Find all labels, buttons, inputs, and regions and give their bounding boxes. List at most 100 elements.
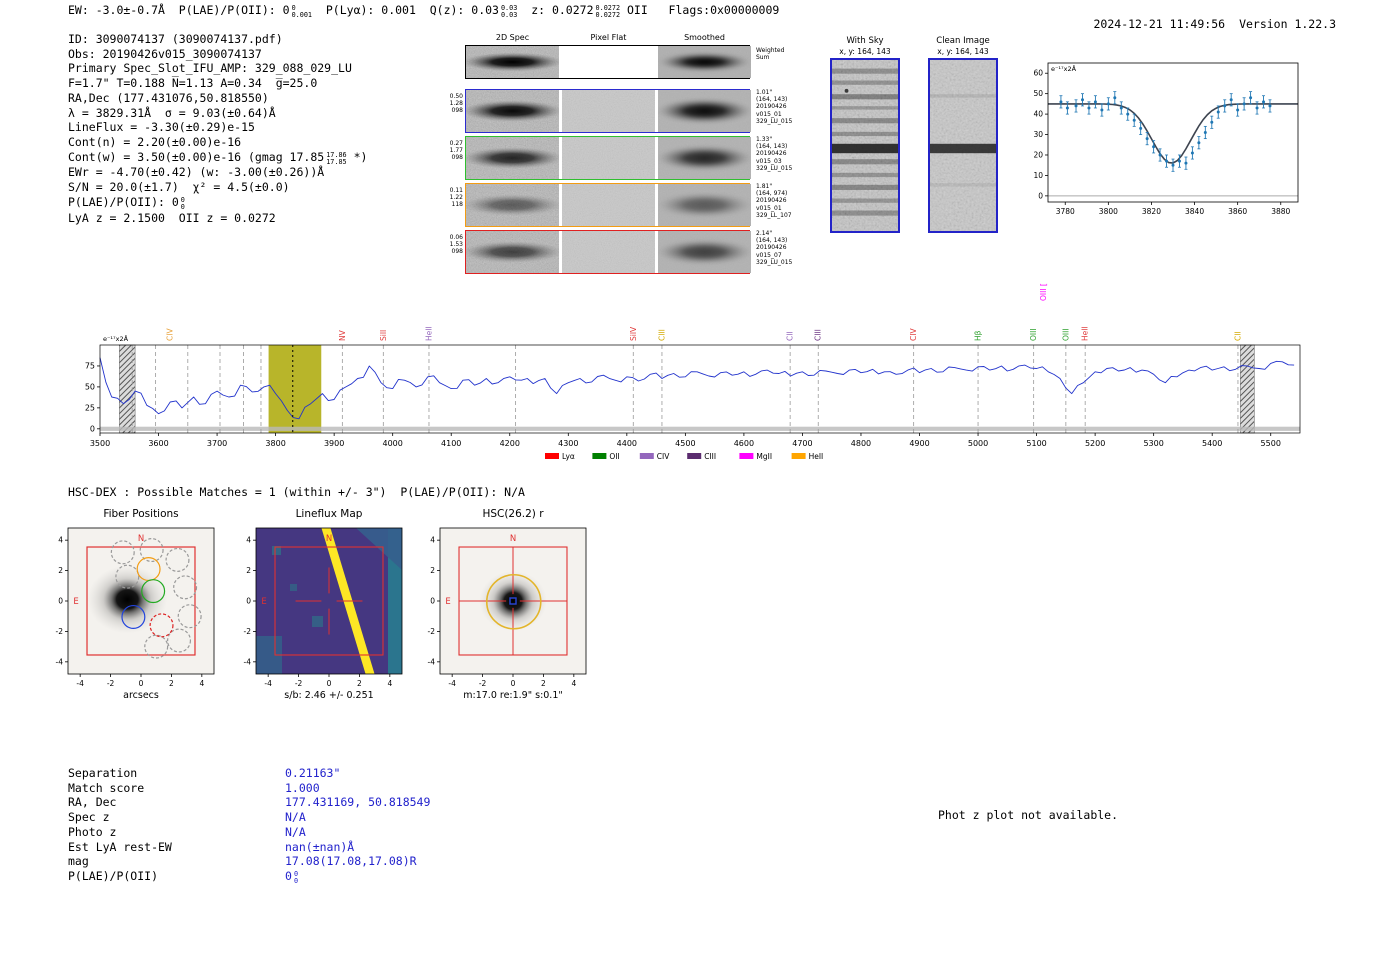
y-tick-label: 50 xyxy=(1033,89,1043,98)
noise-image xyxy=(562,137,655,179)
emission-line-labels: CIVNVSiIIHeIISiIVCIIICIICIIICIVHβOIIIOII… xyxy=(166,283,1243,341)
x-tick-label: -2 xyxy=(295,679,303,688)
match-field-value: 000 xyxy=(285,869,298,883)
text-segment: LineFlux = -3.30(±0.29)e-15 xyxy=(68,120,255,134)
info-line: Primary Spec_Slot_IFU_AMP: 329_088_029_L… xyxy=(68,61,367,76)
y-tick-label: 2 xyxy=(430,566,435,575)
spec2d-row xyxy=(465,89,750,133)
text-segment: EWr = -4.70(±0.42) (w: -3.00(±0.26))Å xyxy=(68,165,324,179)
x-tick-label: -4 xyxy=(76,679,84,688)
y-tick-label: -4 xyxy=(56,657,64,666)
legend-label: MgII xyxy=(756,452,772,461)
emission-line-label: SiII xyxy=(379,330,388,341)
legend-label: Lyα xyxy=(562,452,575,461)
info-line: Cont(w) = 3.50(±0.00)e-16 (gmag 17.8517.… xyxy=(68,150,367,166)
spec2d-image-cell xyxy=(562,46,655,78)
y-tick-label: 4 xyxy=(430,536,435,545)
text-segment: ID: 3090074137 (3090074137.pdf) xyxy=(68,32,283,46)
noise-image xyxy=(466,184,559,226)
noise-image xyxy=(562,184,655,226)
x-tick-label: 2 xyxy=(169,679,174,688)
spec2d-row xyxy=(465,183,750,227)
detection-info-block: ID: 3090074137 (3090074137.pdf)Obs: 2019… xyxy=(68,32,367,225)
x-tick-label: 4700 xyxy=(792,439,812,448)
spec2d-column-header: 2D Spec xyxy=(466,33,559,42)
elixer-report-page: EW: -3.0±-0.7Å P(LAE)/P(OII): 000.001 P(… xyxy=(0,0,1400,953)
spectrum-legend: LyαOIICIVCIIIMgIIHeII xyxy=(545,452,823,461)
match-table-row: mag17.08(17.08,17.08)R xyxy=(68,854,430,869)
x-tick-label: 5400 xyxy=(1202,439,1222,448)
noise-image xyxy=(562,231,655,273)
emission-line-label: OIII xyxy=(1061,328,1070,341)
noise-image xyxy=(466,137,559,179)
noise-image xyxy=(658,231,751,273)
x-tick-label: 4200 xyxy=(500,439,520,448)
spec2d-image-cell xyxy=(562,231,655,273)
x-tick-label: 3820 xyxy=(1142,207,1161,216)
y-tick-label: -2 xyxy=(428,627,436,636)
y-tick-label: -4 xyxy=(428,657,436,666)
spec2d-image-cell xyxy=(466,137,559,179)
stacked-fraction: 0.030.03 xyxy=(501,5,517,19)
y-tick-label: 0 xyxy=(246,597,251,606)
y-tick-label: 4 xyxy=(246,536,251,545)
legend-swatch xyxy=(545,453,559,459)
x-tick-label: 5200 xyxy=(1085,439,1105,448)
emission-line-label: CIII xyxy=(657,329,666,341)
noise-image xyxy=(658,46,751,78)
with-sky-panel: With Sky x, y: 164, 143 xyxy=(830,36,900,233)
x-tick-label: 3840 xyxy=(1185,207,1204,216)
info-line: Obs: 20190426v015_3090074137 xyxy=(68,47,367,62)
y-tick-label: 0 xyxy=(1038,191,1043,200)
emission-line-label: Hβ xyxy=(974,330,983,341)
x-axis: 3500360037003800390040004100420043004400… xyxy=(90,433,1281,448)
spec2d-row-annotation: 1.81"(164, 974)20190426v015_01329_LL_107 xyxy=(756,183,792,219)
spec2d-cutout-grid: 2D SpecPixel FlatSmoothedWeightedSum0.50… xyxy=(444,33,824,278)
text-segment: OII Flags:0x00000009 xyxy=(620,3,779,17)
spec2d-image-cell xyxy=(658,90,751,132)
with-sky-image xyxy=(830,58,900,233)
x-tick-label: 3800 xyxy=(1099,207,1118,216)
stacked-fraction: 17.8617.85 xyxy=(326,152,346,166)
spec2d-image-cell xyxy=(466,90,559,132)
match-table-row: Photo zN/A xyxy=(68,825,430,840)
emission-line-label: CIII xyxy=(814,329,823,341)
info-line: EWr = -4.70(±0.42) (w: -3.00(±0.26))Å xyxy=(68,165,367,180)
match-table-row: Spec zN/A xyxy=(68,810,430,825)
x-tick-label: 5500 xyxy=(1261,439,1281,448)
x-tick-label: 0 xyxy=(327,679,332,688)
emission-line-label: CIV xyxy=(909,328,918,341)
emission-line-label: CII xyxy=(786,331,795,341)
spec2d-image-cell xyxy=(658,231,751,273)
units-label: e⁻¹⁷x2Å xyxy=(1051,64,1077,73)
text-segment: Primary Spec_Slot_IFU_AMP: 329_088_029_L… xyxy=(68,61,352,75)
y-tick-label: -2 xyxy=(244,627,252,636)
hsc-cutout-panel: HSC(26.2) r NE-4-4-2-2002244 m:17.0 re:1… xyxy=(416,508,606,701)
with-sky-coords: x, y: 164, 143 xyxy=(830,47,900,56)
match-field-value: N/A xyxy=(285,810,306,824)
y-axis: 0102030405060 xyxy=(1033,69,1048,201)
emission-line-label: NV xyxy=(338,329,347,341)
x-tick-label: -2 xyxy=(479,679,487,688)
match-field-value: 17.08(17.08,17.08)R xyxy=(285,854,417,868)
x-tick-label: 2 xyxy=(541,679,546,688)
x-tick-label: 3880 xyxy=(1271,207,1290,216)
lineflux-map-plot: NE-4-4-2-2002244 xyxy=(232,524,422,690)
x-tick-label: 5100 xyxy=(1026,439,1046,448)
x-tick-label: 3700 xyxy=(207,439,227,448)
x-tick-label: 3500 xyxy=(90,439,110,448)
clean-image xyxy=(928,58,998,233)
spec2d-image-cell xyxy=(562,137,655,179)
spec2d-image-cell xyxy=(658,46,751,78)
x-tick-label: 3860 xyxy=(1228,207,1247,216)
x-tick-label: -4 xyxy=(448,679,456,688)
x-tick-label: 4900 xyxy=(909,439,929,448)
lineflux-map-panel: Lineflux Map NE-4-4-2-2002244 s/b: 2.46 … xyxy=(232,508,422,701)
legend-label: HeII xyxy=(809,452,824,461)
legend-swatch xyxy=(792,453,806,459)
noise-image xyxy=(466,231,559,273)
text-segment: LyA z = 2.1500 OII z = 0.0272 xyxy=(68,211,276,225)
spec2d-row-weights: 0.501.28098 xyxy=(444,93,463,115)
clean-image-panel: Clean Image x, y: 164, 143 xyxy=(928,36,998,233)
fiber-positions-title: Fiber Positions xyxy=(68,508,214,524)
